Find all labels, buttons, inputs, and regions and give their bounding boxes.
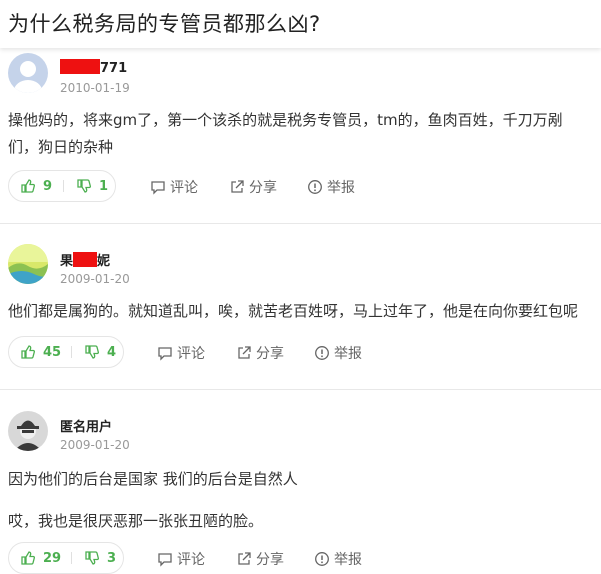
share-label: 分享 <box>256 346 284 362</box>
vote-divider <box>63 180 64 192</box>
avatar[interactable] <box>8 53 48 93</box>
thumbs-up-icon <box>21 345 35 359</box>
vote-box: 45 4 <box>8 336 124 368</box>
redaction-mark <box>60 59 100 74</box>
comment-label: 评论 <box>177 346 205 362</box>
username[interactable]: 匿名用户 <box>60 416 112 435</box>
thumbs-down-icon <box>85 551 99 565</box>
answer-content: 他们都是属狗的。就知道乱叫，唉，就苦老百姓呀，马上过年了，他是在向你要红包呢 <box>8 298 601 325</box>
downvote-count: 4 <box>107 344 117 360</box>
share-button[interactable]: 分享 <box>236 343 284 363</box>
upvote-button[interactable]: 45 <box>21 337 61 367</box>
answer-content: 因为他们的后台是国家 我们的后台是自然人 哎，我也是很厌恶那一张张丑陋的脸。 <box>8 465 601 535</box>
report-label: 举报 <box>334 552 362 568</box>
report-button[interactable]: 举报 <box>314 343 362 363</box>
share-button[interactable]: 分享 <box>229 177 277 197</box>
comment-icon <box>151 181 165 195</box>
answer-divider <box>0 389 601 390</box>
comment-label: 评论 <box>170 180 198 196</box>
upvote-count: 45 <box>43 344 62 360</box>
share-icon <box>231 180 244 193</box>
username[interactable]: 771 <box>60 59 127 76</box>
comment-icon <box>158 347 172 361</box>
comment-button[interactable]: 评论 <box>157 343 205 363</box>
report-label: 举报 <box>327 180 355 196</box>
redaction-mark <box>73 252 98 267</box>
comment-button[interactable]: 评论 <box>150 177 198 197</box>
username-prefix: 果 <box>60 254 74 269</box>
avatar[interactable] <box>8 411 48 451</box>
downvote-count: 1 <box>99 178 109 194</box>
downvote-button[interactable]: 3 <box>85 543 116 573</box>
share-label: 分享 <box>256 552 284 568</box>
username-suffix: 妮 <box>97 254 111 269</box>
content-line: 操他妈的，将来gm了，第一个该杀的就是税务专管员，tm的，鱼肉百姓，千刀万剐 <box>8 111 563 129</box>
thumbs-up-icon <box>21 551 35 565</box>
thumbs-down-icon <box>85 345 99 359</box>
report-icon <box>308 180 322 194</box>
report-icon <box>315 346 329 360</box>
content-line: 他们都是属狗的。就知道乱叫，唉，就苦老百姓呀，马上过年了，他是在向你要红包呢 <box>8 302 579 320</box>
report-icon <box>315 552 329 566</box>
share-icon <box>238 346 251 359</box>
share-button[interactable]: 分享 <box>236 549 284 569</box>
report-button[interactable]: 举报 <box>307 177 355 197</box>
answer-divider <box>0 223 601 224</box>
avatar[interactable] <box>8 244 48 284</box>
answer-date: 2009-01-20 <box>60 272 130 286</box>
report-button[interactable]: 举报 <box>314 549 362 569</box>
answer-date: 2009-01-20 <box>60 438 130 452</box>
share-icon <box>238 552 251 565</box>
page-header: 为什么税务局的专管员都那么凶? <box>0 0 601 48</box>
thumbs-up-icon <box>21 179 35 193</box>
content-line: 们，狗日的杂种 <box>8 138 114 156</box>
answer-date: 2010-01-19 <box>60 81 130 95</box>
comment-button[interactable]: 评论 <box>157 549 205 569</box>
default-avatar-icon <box>8 53 48 93</box>
upvote-button[interactable]: 9 <box>21 171 52 201</box>
upvote-count: 29 <box>43 550 62 566</box>
answer-content: 操他妈的，将来gm了，第一个该杀的就是税务专管员，tm的，鱼肉百姓，千刀万剐 们… <box>8 107 601 161</box>
report-label: 举报 <box>334 346 362 362</box>
vote-box: 9 1 <box>8 170 116 202</box>
content-line: 哎，我也是很厌恶那一张张丑陋的脸。 <box>8 512 264 530</box>
share-label: 分享 <box>249 180 277 196</box>
page-title: 为什么税务局的专管员都那么凶? <box>8 12 321 36</box>
comment-label: 评论 <box>177 552 205 568</box>
upvote-count: 9 <box>43 178 53 194</box>
downvote-button[interactable]: 1 <box>77 171 108 201</box>
comment-icon <box>158 553 172 567</box>
vote-divider <box>71 552 72 564</box>
content-line: 因为他们的后台是国家 我们的后台是自然人 <box>8 470 298 488</box>
anonymous-avatar-icon <box>8 411 48 451</box>
upvote-button[interactable]: 29 <box>21 543 61 573</box>
vote-box: 29 3 <box>8 542 124 574</box>
downvote-button[interactable]: 4 <box>85 337 116 367</box>
thumbs-down-icon <box>77 179 91 193</box>
downvote-count: 3 <box>107 550 117 566</box>
landscape-avatar-icon <box>8 244 48 284</box>
vote-divider <box>71 346 72 358</box>
username-suffix: 771 <box>100 61 128 76</box>
username[interactable]: 果妮 <box>60 250 110 269</box>
